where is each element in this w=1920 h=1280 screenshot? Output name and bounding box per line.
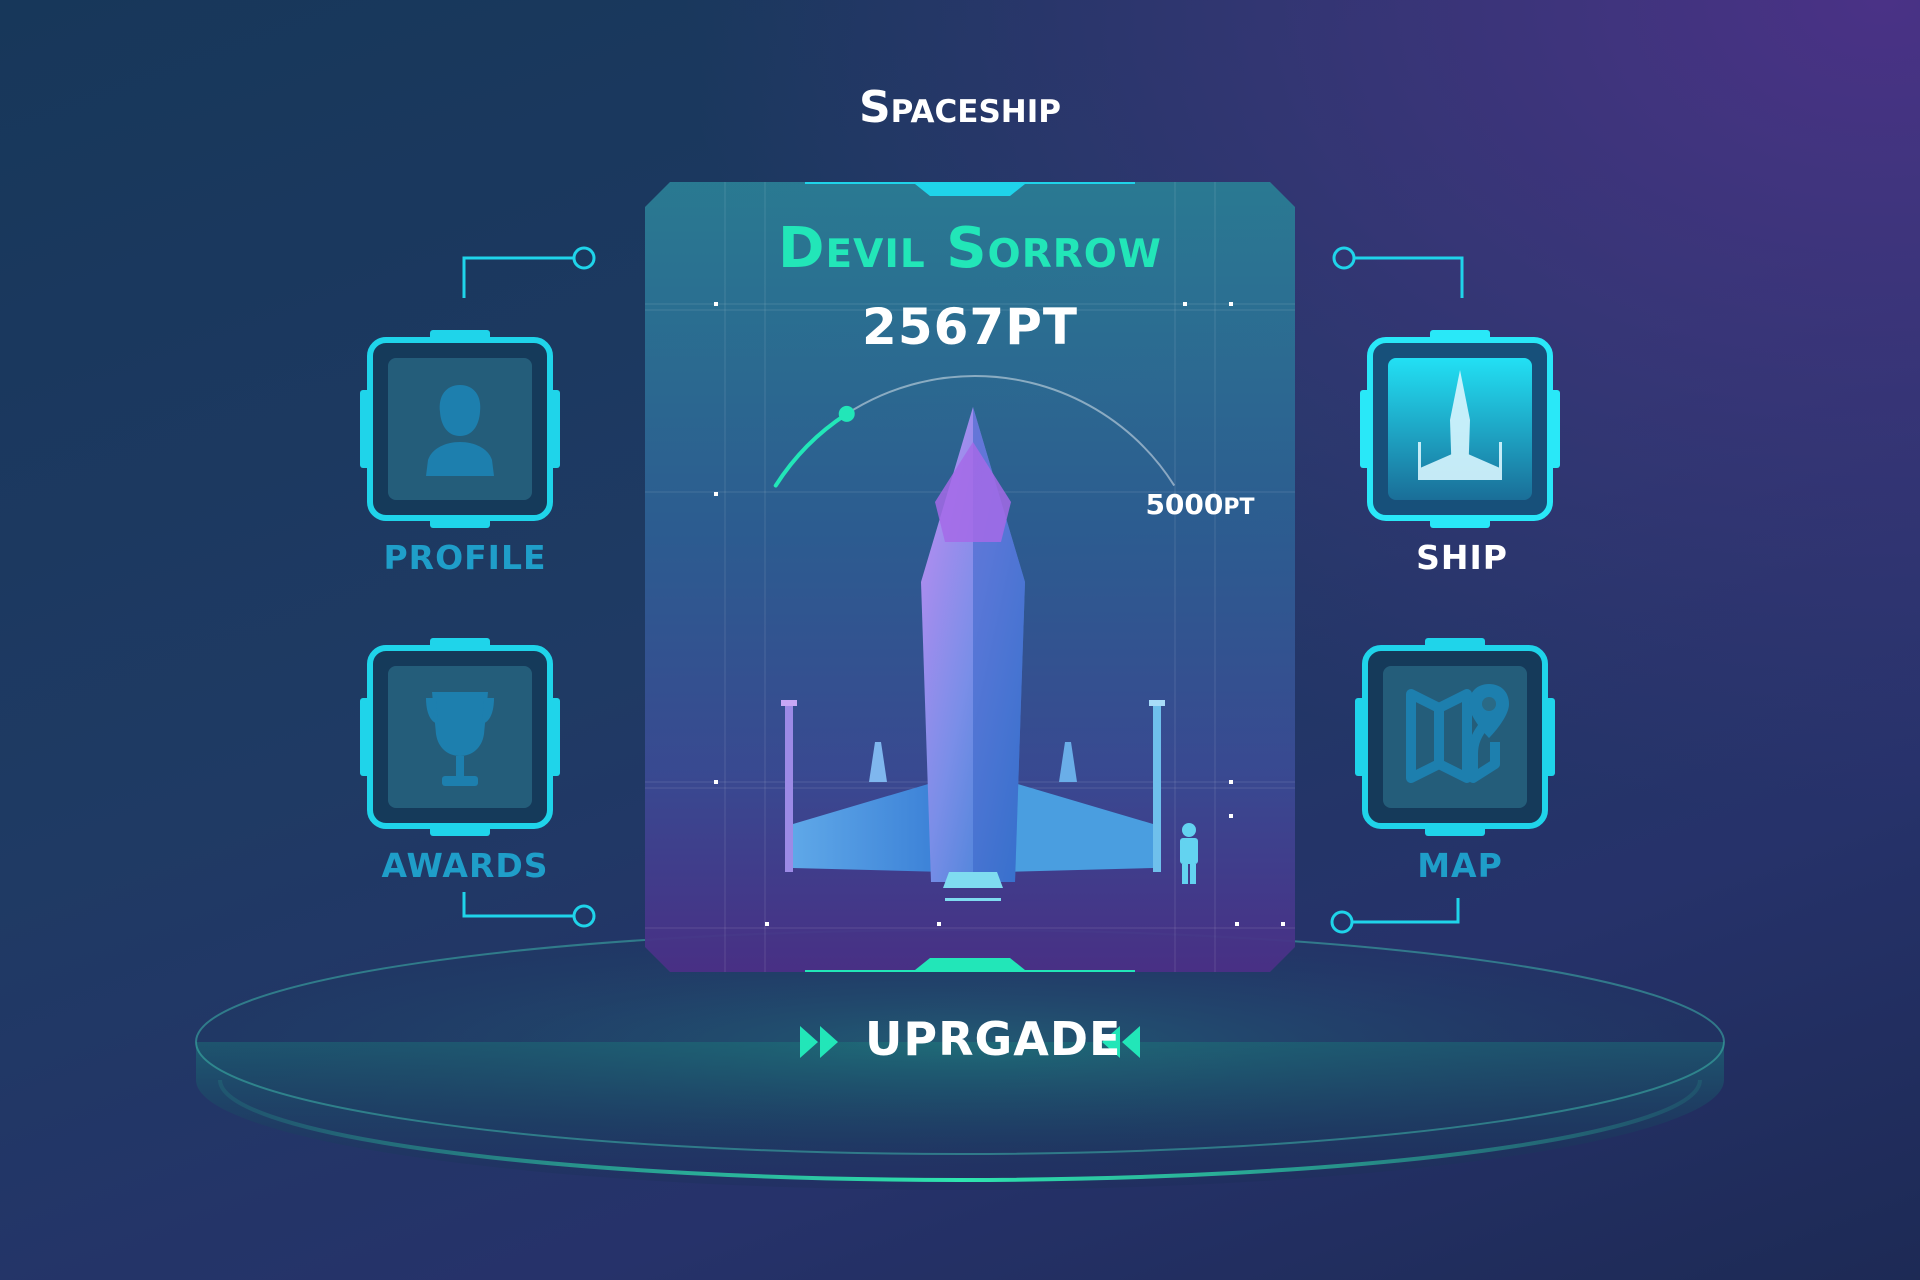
menu-tile-profile[interactable]	[360, 330, 570, 530]
menu-tile-map[interactable]	[1355, 638, 1565, 838]
fast-forward-icon	[800, 1026, 838, 1058]
menu-tile-awards[interactable]	[360, 638, 570, 838]
max-points: 5000PT	[1120, 488, 1280, 521]
upgrade-label[interactable]: UPRGADE	[865, 1012, 1120, 1066]
menu-label-map[interactable]: MAP	[1340, 846, 1580, 885]
current-points: 2567PT	[862, 298, 1078, 356]
menu-label-awards[interactable]: AWARDS	[345, 846, 585, 885]
progress-marker	[838, 405, 855, 422]
screen-title: Spaceship	[858, 82, 1061, 133]
ship-name: Devil Sorrow	[778, 216, 1162, 281]
menu-label-ship[interactable]: SHIP	[1342, 538, 1582, 577]
menu-tile-ship[interactable]	[1360, 330, 1570, 530]
max-points-value: 5000	[1145, 488, 1224, 521]
menu-label-profile[interactable]: PROFILE	[345, 538, 585, 577]
max-points-unit: PT	[1223, 495, 1255, 520]
